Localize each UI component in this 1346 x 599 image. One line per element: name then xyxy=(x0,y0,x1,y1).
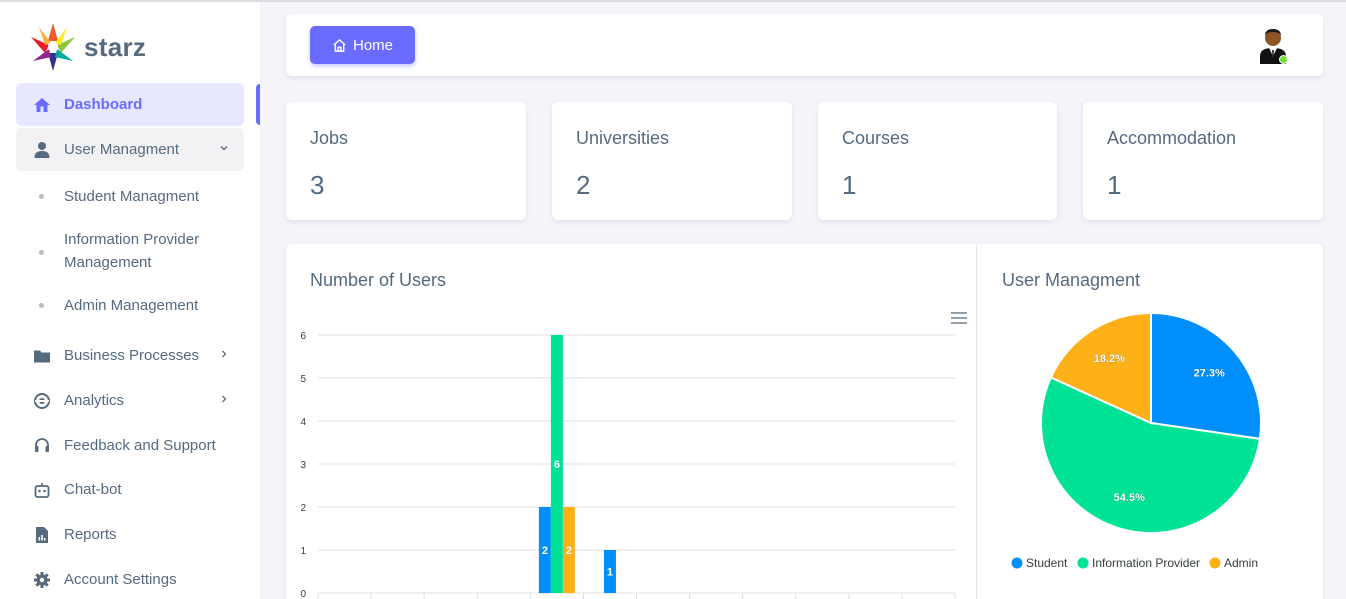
legend-marker xyxy=(1011,557,1023,569)
legend-label: Student xyxy=(1026,556,1068,570)
stat-value: 2 xyxy=(576,170,591,200)
bar-data-label: 2 xyxy=(566,545,572,557)
charts-card: Number of Users 01234562621 User Managme… xyxy=(286,244,1323,599)
stat-card-jobs: Jobs 3 xyxy=(286,102,526,220)
sidebar-item-label: User Managment xyxy=(64,141,180,158)
bullet-dot xyxy=(39,303,44,308)
stat-value: 1 xyxy=(842,170,857,200)
star-logo-icon xyxy=(31,23,75,71)
sidebar-subitem-admin-management[interactable]: Admin Management xyxy=(16,294,244,317)
sidebar-subitem-label: Admin Management xyxy=(64,297,199,314)
home-button-label: Home xyxy=(352,36,393,54)
online-status-dot xyxy=(1279,55,1288,64)
bullet-dot xyxy=(39,250,44,255)
sidebar-item-label: Feedback and Support xyxy=(64,437,216,454)
brand-name: starz xyxy=(84,31,147,62)
y-tick-label: 1 xyxy=(300,546,306,557)
stat-title: Jobs xyxy=(310,128,349,148)
sidebar-item-user-managment[interactable]: User Managment xyxy=(16,128,244,171)
sidebar-item-analytics[interactable]: Analytics xyxy=(16,379,244,422)
sidebar-item-label: Account Settings xyxy=(64,571,177,588)
legend-label: Admin xyxy=(1224,556,1258,570)
stat-value: 3 xyxy=(310,170,325,200)
gear-icon xyxy=(32,570,52,590)
folder-icon xyxy=(32,346,52,366)
stat-title: Accommodation xyxy=(1107,128,1237,148)
bot-icon xyxy=(32,480,52,500)
legend-label: Information Provider xyxy=(1092,556,1200,570)
bar-data-label: 1 xyxy=(607,567,613,579)
sidebar-item-reports[interactable]: Reports xyxy=(16,513,244,556)
bar-data-label: 2 xyxy=(542,545,548,557)
sidebar-subitem-label: Student Managment xyxy=(64,188,200,205)
top-navbar: Home xyxy=(286,14,1323,76)
bullet-dot xyxy=(39,194,44,199)
sidebar-subitem-information-provider[interactable]: Information Provider Management xyxy=(16,228,244,274)
sidebar-item-business-processes[interactable]: Business Processes xyxy=(16,334,244,377)
sidebar-item-label: Dashboard xyxy=(64,96,143,113)
stat-card-universities: Universities 2 xyxy=(552,102,792,220)
sidebar-subitem-label: Information Provider Management xyxy=(64,231,200,271)
sidebar-item-chat-bot[interactable]: Chat-bot xyxy=(16,468,244,511)
y-tick-label: 4 xyxy=(300,417,306,428)
y-tick-label: 3 xyxy=(300,460,306,471)
pie-chart: 27.3% 54.5% 18.2% Student Information Provid… xyxy=(1011,311,1262,570)
y-tick-label: 6 xyxy=(300,331,306,342)
home-icon xyxy=(32,95,52,115)
stat-card-accommodation: Accommodation 1 xyxy=(1083,102,1323,220)
home-outline-icon xyxy=(333,38,346,52)
active-indicator xyxy=(256,84,260,125)
stat-card-courses: Courses 1 xyxy=(818,102,1057,220)
brand-logo[interactable]: starz xyxy=(30,22,146,72)
y-tick-label: 0 xyxy=(300,589,306,599)
report-icon xyxy=(32,525,52,545)
y-tick-label: 5 xyxy=(300,374,306,385)
sidebar: starz Dashboard User Managment Student M… xyxy=(0,2,260,599)
y-tick-label: 2 xyxy=(300,503,306,514)
stat-title: Courses xyxy=(842,128,910,148)
bar-data-label: 6 xyxy=(554,459,560,471)
bar-chart: 0 1 2 3 4 5 6 2 6 2 1 xyxy=(300,331,956,599)
sidebar-item-dashboard[interactable]: Dashboard xyxy=(16,83,244,126)
stat-title: Universities xyxy=(576,128,670,148)
sidebar-item-label: Analytics xyxy=(64,392,125,409)
sidebar-item-feedback-support[interactable]: Feedback and Support xyxy=(16,424,244,467)
pie-data-label: 27.3% xyxy=(1194,368,1225,380)
pie-data-label: 54.5% xyxy=(1114,492,1145,504)
sidebar-item-label: Business Processes xyxy=(64,347,200,364)
headset-icon xyxy=(32,436,52,456)
chevron-right-icon xyxy=(218,347,230,364)
sidebar-item-label: Chat-bot xyxy=(64,481,122,498)
legend-marker xyxy=(1209,557,1221,569)
chevron-down-icon xyxy=(218,141,230,158)
sidebar-subitem-student-managment[interactable]: Student Managment xyxy=(16,185,244,208)
analytics-icon xyxy=(32,391,52,411)
user-icon xyxy=(32,140,52,160)
home-button[interactable]: Home xyxy=(310,26,415,64)
legend-marker xyxy=(1077,557,1089,569)
sidebar-item-label: Reports xyxy=(64,526,117,543)
sidebar-item-account-settings[interactable]: Account Settings xyxy=(16,558,244,599)
pie-data-label: 18.2% xyxy=(1094,353,1125,365)
stat-value: 1 xyxy=(1107,170,1122,200)
chevron-right-icon xyxy=(218,392,230,409)
